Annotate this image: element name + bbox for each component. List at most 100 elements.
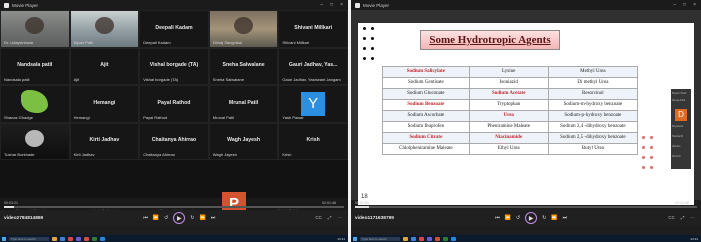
participant-display-name: Chaitanya Ahirrao	[151, 137, 197, 144]
participant-tile[interactable]: Dhiraj Sangvikar	[208, 10, 279, 48]
participant-label: Vishal borgade (TA)	[143, 77, 179, 83]
teams-icon[interactable]	[427, 236, 432, 241]
rewind-icon[interactable]: ⏪	[505, 215, 511, 221]
minimize-icon[interactable]: –	[673, 2, 676, 8]
decor-dot	[642, 146, 645, 149]
maximize-icon[interactable]: □	[683, 2, 686, 8]
participant-avatar: D	[675, 109, 687, 121]
captions-icon[interactable]: CC	[315, 215, 322, 221]
participant-display-name: Sneha Salwalane	[222, 62, 265, 69]
thumb-name: Harshal R	[672, 135, 684, 138]
agent-cell: Sodium Citrate	[382, 132, 470, 144]
file-explorer-icon[interactable]	[52, 236, 57, 241]
taskbar-search[interactable]: Type here to search	[360, 236, 400, 241]
powerpoint-taskbar-icon[interactable]	[435, 236, 440, 241]
participant-display-name: Wagh Jayesh	[227, 137, 261, 144]
chrome-icon[interactable]	[68, 236, 73, 241]
taskbar-search[interactable]: Type here to search	[9, 236, 49, 241]
participant-tile[interactable]: Tushar Borkhade	[0, 122, 70, 161]
replay-icon[interactable]: ↺	[164, 215, 168, 221]
chrome-icon[interactable]	[419, 236, 424, 241]
taskbar-clock: 23:34	[690, 236, 698, 241]
fast-forward-icon[interactable]: ⏩	[200, 215, 206, 221]
minimize-icon[interactable]: –	[320, 2, 323, 8]
agent-cell: Lysine	[468, 66, 549, 78]
participant-tile[interactable]: Mrunal Patil Mrunal Patil	[208, 85, 279, 123]
left-seek-fill	[4, 206, 15, 208]
agent-cell: Sodium Benzoate	[382, 99, 470, 111]
left-taskbar: Type here to search 23:31	[0, 235, 348, 242]
table-row: Chlolpheniramine Maleate Ethyl Urea Butyl …	[382, 143, 639, 155]
fast-forward-icon[interactable]: ⏩	[551, 215, 557, 221]
participant-tile[interactable]: Shivani Millkari Shivani Millkari	[278, 10, 348, 48]
previous-icon[interactable]: ⏮	[143, 215, 148, 221]
replay-icon[interactable]: ↺	[516, 215, 520, 221]
table-row: Sodium Ascorbate Urea Sodium-p-hydroxy ben…	[382, 110, 639, 122]
right-seek-bar[interactable]	[355, 206, 697, 208]
participant-tile[interactable]: Nandsala patil Nandsala patil	[0, 47, 70, 86]
word-icon[interactable]	[451, 236, 456, 241]
more-icon[interactable]: ⋯	[691, 215, 696, 221]
bullet-dot	[371, 37, 374, 40]
excel-icon[interactable]	[443, 236, 448, 241]
file-explorer-icon[interactable]	[403, 236, 408, 241]
participant-tile[interactable]: Dr. Udaysinhwar	[0, 10, 70, 48]
participant-tile[interactable]: Chaitanya Ahirrao Chaitanya Ahirrao	[139, 122, 209, 161]
participant-label: Hemangi	[73, 114, 90, 120]
participant-display-name: Deepali Kadam	[155, 24, 193, 31]
table-row: Sodium Salicylate Lysine Methyl Urea	[382, 66, 639, 78]
agent-cell: Sodium-m-hydroxy benzoate	[547, 99, 639, 111]
right-seek-fill	[355, 206, 369, 208]
table-row: Sodium Gluconate Sodium Acetate Resorcinol	[382, 88, 639, 100]
left-seek-bar[interactable]	[4, 206, 344, 208]
windows-start-icon[interactable]	[353, 236, 357, 241]
thumb-name: Tanuja Patil	[672, 99, 685, 102]
participant-label: Krish	[282, 152, 292, 158]
windows-start-icon[interactable]	[2, 236, 6, 241]
more-icon[interactable]: ⋯	[337, 215, 342, 221]
taskbar-clock: 23:31	[337, 236, 345, 241]
participant-display-name: Payal Rathod	[157, 99, 191, 106]
word-icon[interactable]	[100, 236, 105, 241]
participant-tile[interactable]: Dipan Patil	[69, 10, 140, 48]
participant-tile[interactable]: Sneha Salwalane Sneha Salwalane	[208, 47, 279, 86]
forward-icon[interactable]: ↻	[190, 215, 194, 221]
teams-icon[interactable]	[76, 236, 81, 241]
maximize-icon[interactable]: □	[330, 2, 333, 8]
agent-cell: Niacinamide	[468, 132, 549, 144]
agent-cell: Chlolpheniramine Maleate	[382, 143, 470, 155]
excel-icon[interactable]	[92, 236, 97, 241]
participant-tile[interactable]: Wagh Jayesh Wagh Jayesh	[208, 122, 279, 161]
rewind-icon[interactable]: ⏪	[153, 215, 159, 221]
forward-icon[interactable]: ↻	[542, 215, 546, 221]
play-button[interactable]: ▶	[173, 212, 186, 224]
previous-icon[interactable]: ⏮	[495, 215, 500, 221]
participant-tile[interactable]: Ajit Ajit	[69, 47, 140, 86]
participant-tile[interactable]: Shanaz Ghadge	[0, 85, 70, 123]
participant-tile[interactable]: Gauri Jadhav, Yas... Gauri Jadhav, Yashwa…	[278, 47, 348, 86]
captions-icon[interactable]: CC	[668, 215, 675, 221]
participant-tile[interactable]: Payal Rathod Payal Rathod	[139, 85, 209, 123]
fullscreen-icon[interactable]: ⤢	[681, 215, 685, 221]
participant-tile[interactable]: Kirti Jadhav Kirti Jadhav	[69, 122, 140, 161]
edge-icon[interactable]	[411, 236, 416, 241]
participant-tile[interactable]: Krish Krish	[278, 122, 348, 161]
fullscreen-icon[interactable]: ⤢	[328, 215, 332, 221]
powerpoint-taskbar-icon[interactable]	[84, 236, 89, 241]
bullet-dot	[363, 37, 366, 40]
participant-tile[interactable]: Hemangi Hemangi	[69, 85, 140, 123]
close-icon[interactable]: ×	[693, 2, 696, 8]
player-app-icon	[355, 2, 360, 8]
edge-icon[interactable]	[60, 236, 65, 241]
decor-dot	[650, 146, 653, 149]
play-button[interactable]: ▶	[525, 212, 538, 224]
next-icon[interactable]: ⏭	[563, 215, 568, 221]
next-icon[interactable]: ⏭	[211, 215, 216, 221]
player-app-icon	[4, 2, 9, 8]
participant-tile[interactable]: Y Yash Pawar	[278, 85, 348, 123]
right-player-window: Movie Player – □ × Some Hydrotropic Agen…	[351, 0, 701, 242]
close-icon[interactable]: ×	[340, 2, 343, 8]
participant-tile[interactable]: Vishal borgade (TA) Vishal borgade (TA)	[139, 47, 209, 86]
thumb-name: Sumit K	[672, 155, 681, 158]
participant-tile[interactable]: Deepali Kadam Deepali Kadam	[139, 10, 209, 48]
